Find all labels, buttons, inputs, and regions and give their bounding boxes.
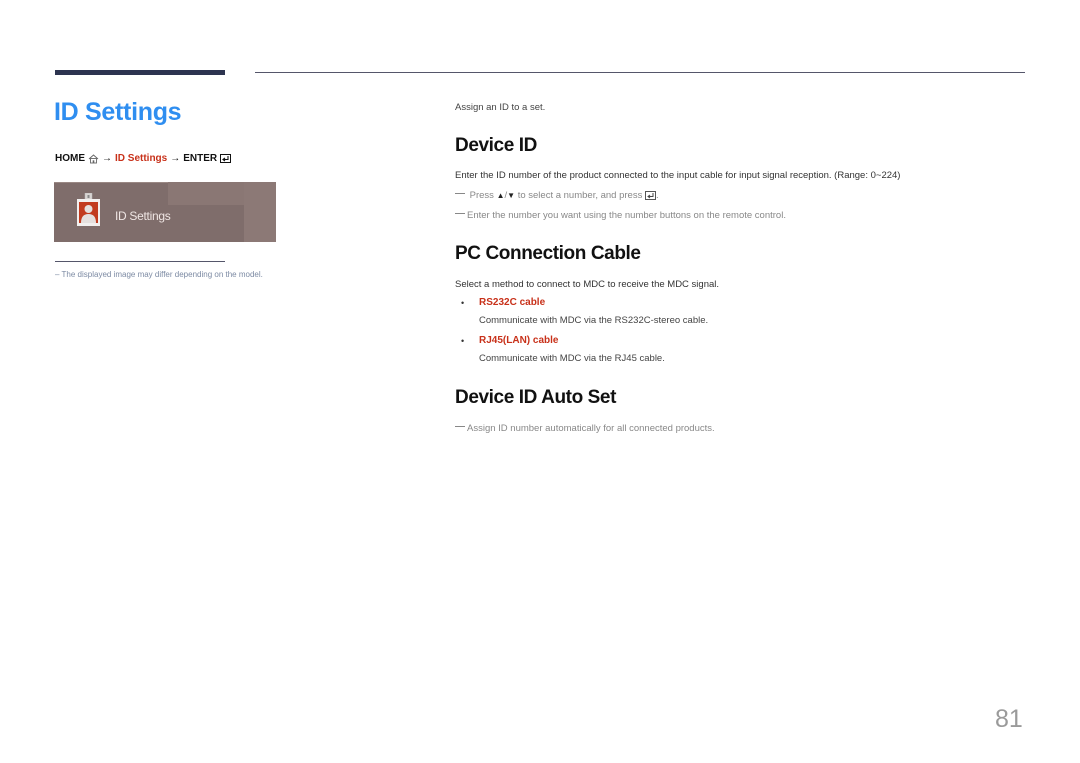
- note-text: Assign ID number automatically for all c…: [467, 423, 715, 434]
- breadcrumb-home: HOME: [55, 153, 85, 164]
- breadcrumb-current: ID Settings: [115, 153, 168, 164]
- auto-set-note: Assign ID number automatically for all c…: [455, 423, 715, 434]
- bullet-description-rj45: Communicate with MDC via the RJ45 cable.: [479, 353, 665, 364]
- osd-panel: [168, 182, 244, 205]
- header-accent-bar: [55, 70, 225, 75]
- enter-icon: [645, 191, 656, 200]
- device-id-note-press: Press ▲/▼ to select a number, and press …: [455, 190, 659, 201]
- page-title: ID Settings: [54, 98, 182, 126]
- breadcrumb-arrow: →: [102, 153, 112, 164]
- device-id-description: Enter the ID number of the product conne…: [455, 170, 901, 181]
- id-badge-icon: [77, 193, 100, 226]
- footnote: – The displayed image may differ dependi…: [55, 270, 263, 279]
- bullet-marker: •: [461, 298, 465, 308]
- note-text: to select a number, and press: [517, 190, 643, 201]
- osd-menu-label: ID Settings: [115, 209, 171, 223]
- device-id-note-number: Enter the number you want using the numb…: [455, 210, 786, 221]
- osd-menu-preview: ID Settings: [54, 182, 276, 242]
- section-heading-device-id-auto-set: Device ID Auto Set: [455, 387, 617, 408]
- note-dash: [455, 213, 465, 214]
- up-arrow-icon: ▲: [496, 191, 505, 200]
- breadcrumb-enter: ENTER: [183, 153, 218, 164]
- section-heading-device-id: Device ID: [455, 135, 537, 156]
- down-arrow-icon: ▼: [507, 191, 516, 200]
- note-text: .: [655, 190, 659, 201]
- bullet-marker: •: [461, 336, 465, 346]
- section-heading-pc-connection-cable: PC Connection Cable: [455, 243, 641, 264]
- note-dash: [455, 426, 465, 427]
- pc-connection-description: Select a method to connect to MDC to rec…: [455, 279, 720, 290]
- bullet-description-rs232c: Communicate with MDC via the RS232C-ster…: [479, 315, 709, 326]
- note-dash: [455, 193, 465, 194]
- intro-text: Assign an ID to a set.: [455, 102, 546, 113]
- bullet-title-rj45: RJ45(LAN) cable: [479, 335, 559, 346]
- bullet-title-rs232c: RS232C cable: [479, 297, 546, 308]
- home-icon: [88, 153, 99, 163]
- osd-panel: [244, 182, 276, 242]
- note-text: Enter the number you want using the numb…: [467, 210, 786, 221]
- page-number: 81: [995, 705, 1023, 733]
- note-text: Press: [469, 190, 494, 201]
- breadcrumb: HOME → ID Settings → ENTER: [55, 153, 232, 164]
- header-rule: [255, 72, 1025, 73]
- footnote-rule: [55, 261, 225, 262]
- enter-icon: [220, 154, 232, 163]
- breadcrumb-arrow: →: [170, 153, 181, 164]
